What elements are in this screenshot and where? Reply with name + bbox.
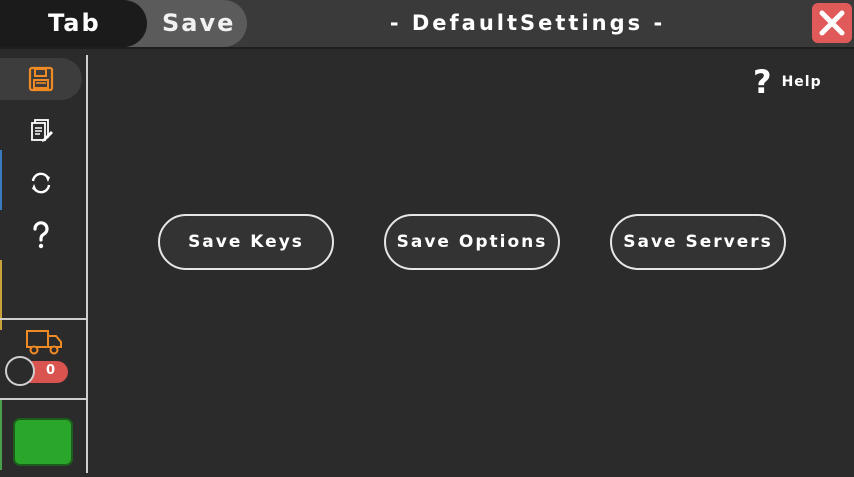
sidebar-divider [0, 398, 86, 400]
help-label: Help [781, 74, 822, 90]
status-indicator[interactable] [13, 418, 73, 466]
tab-tab-label[interactable]: Tab [48, 9, 101, 37]
sidebar-divider [0, 318, 86, 320]
question-icon [33, 221, 49, 249]
help-button[interactable]: ? Help [753, 64, 822, 100]
close-icon [819, 10, 845, 36]
save-options-button[interactable]: Save Options [384, 214, 560, 270]
truck-icon [26, 330, 62, 355]
edit-document-icon [31, 119, 53, 142]
floppy-disk-icon [28, 66, 54, 92]
tab-save-label[interactable]: Save [162, 9, 235, 37]
sidebar-item-save[interactable] [0, 58, 82, 100]
close-button[interactable] [812, 3, 852, 43]
sidebar-border [86, 55, 88, 473]
save-keys-button[interactable]: Save Keys [158, 214, 334, 270]
edge-strip [0, 400, 2, 470]
toggle-value: 0 [46, 363, 56, 378]
refresh-icon [31, 172, 51, 194]
save-servers-button[interactable]: Save Servers [610, 214, 786, 270]
sidebar-item-refresh[interactable] [0, 162, 82, 204]
sidebar-item-edit[interactable] [0, 110, 82, 152]
app-window: Tab Save - DefaultSettings - 0 ? Help Sa… [0, 0, 854, 477]
help-icon: ? [753, 63, 772, 101]
sidebar-item-help[interactable] [0, 214, 82, 256]
toggle-knob[interactable] [5, 356, 35, 386]
window-title: - DefaultSettings - [389, 11, 666, 35]
top-bar: Tab Save - DefaultSettings - [0, 0, 854, 49]
